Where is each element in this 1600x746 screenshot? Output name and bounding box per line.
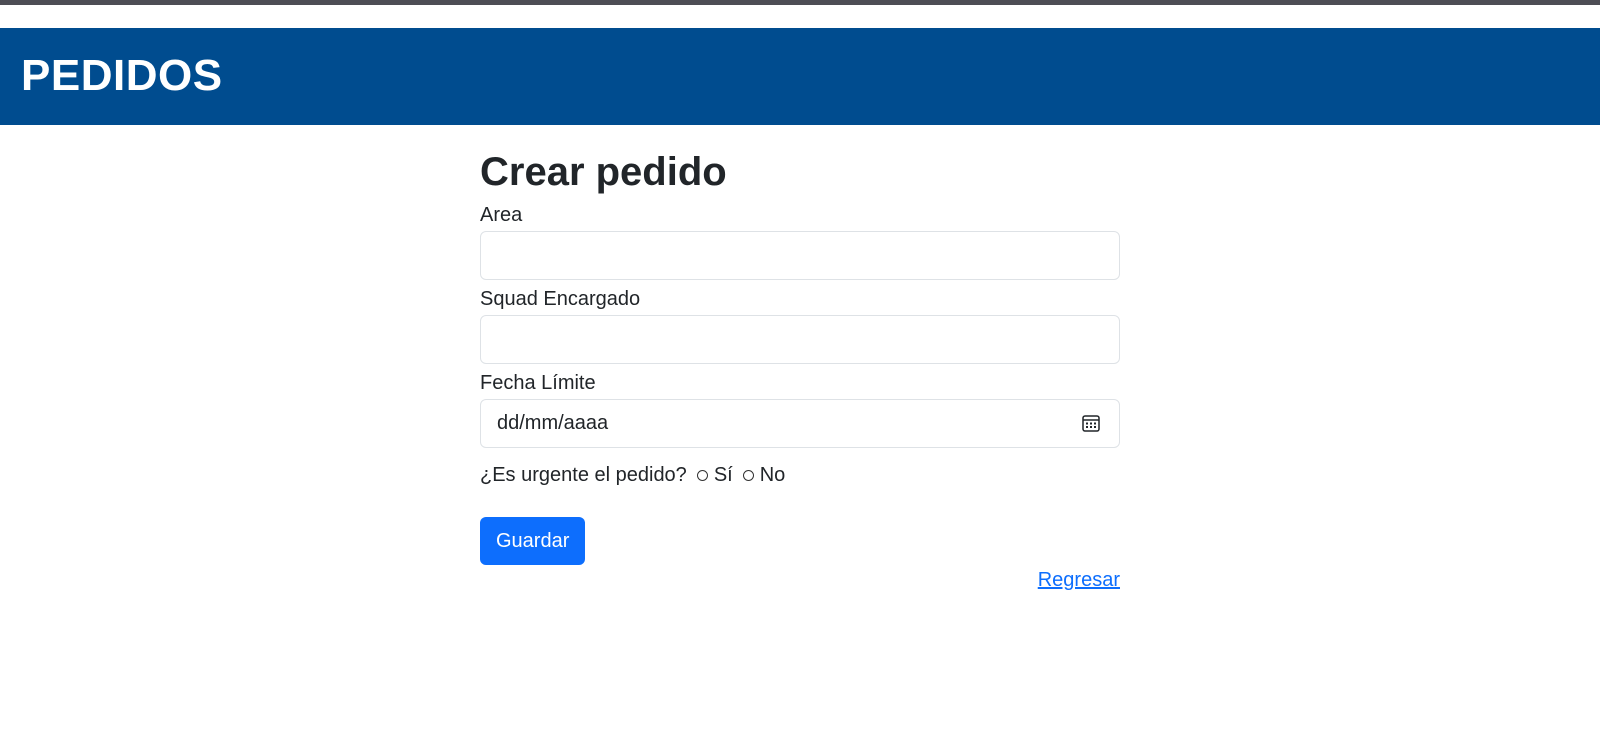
calendar-icon[interactable] bbox=[1081, 413, 1101, 433]
back-link[interactable]: Regresar bbox=[1038, 569, 1120, 591]
urgent-no-radio[interactable] bbox=[742, 470, 754, 481]
urgent-no-option[interactable]: No bbox=[742, 464, 786, 487]
top-strip bbox=[0, 0, 1600, 5]
page-title: Crear pedido bbox=[480, 150, 727, 194]
urgent-question: ¿Es urgente el pedido? bbox=[480, 464, 687, 486]
deadline-date-value: dd/mm/aaaa bbox=[497, 412, 609, 434]
urgent-no-label: No bbox=[759, 464, 786, 486]
deadline-date-input[interactable]: dd/mm/aaaa bbox=[480, 399, 1120, 448]
deadline-label: Fecha Límite bbox=[480, 372, 596, 394]
urgent-yes-radio[interactable] bbox=[696, 470, 708, 481]
squad-input[interactable] bbox=[480, 315, 1120, 364]
app-header: PEDIDOS bbox=[0, 28, 1600, 125]
squad-label: Squad Encargado bbox=[480, 288, 641, 310]
urgent-yes-label: Sí bbox=[713, 464, 733, 486]
back-row: Regresar bbox=[480, 569, 1120, 592]
urgent-yes-option[interactable]: Sí bbox=[696, 464, 733, 487]
create-order-form: Crear pedido Area Squad Encargado Fecha … bbox=[480, 148, 1120, 592]
area-input[interactable] bbox=[480, 231, 1120, 280]
urgent-question-row: ¿Es urgente el pedido? Sí No bbox=[480, 464, 1120, 487]
save-button[interactable]: Guardar bbox=[480, 517, 586, 565]
app-title: PEDIDOS bbox=[21, 51, 223, 100]
area-label: Area bbox=[480, 204, 523, 226]
